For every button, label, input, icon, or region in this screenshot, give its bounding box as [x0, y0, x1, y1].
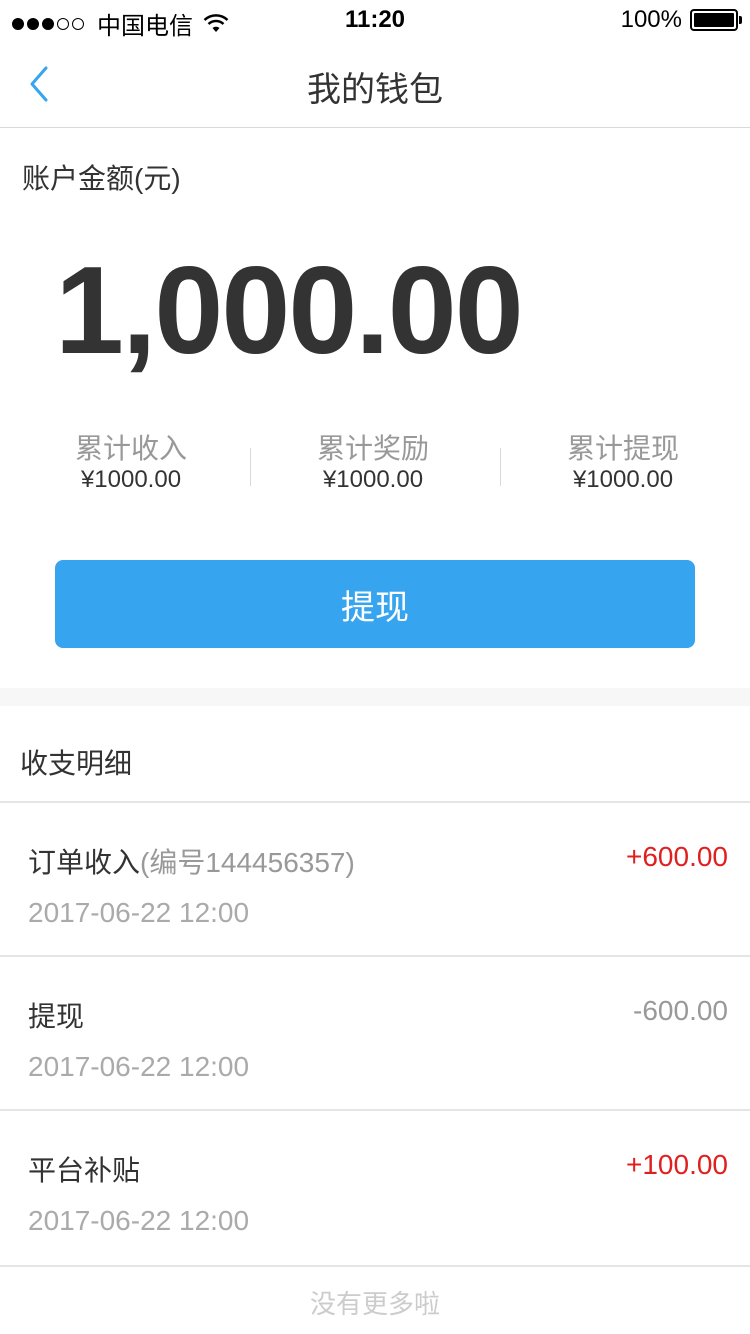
- battery-icon: [690, 9, 742, 31]
- transaction-amount: +600.00: [626, 841, 728, 872]
- stats-divider: [250, 448, 251, 486]
- transaction-row[interactable]: 提现 -600.00 2017-06-22 12:00: [0, 957, 750, 1109]
- status-bar: 中国电信 11:20 100%: [0, 0, 750, 40]
- transaction-title-text: 提现: [28, 1001, 85, 1032]
- status-right: 100%: [620, 6, 742, 34]
- transaction-row[interactable]: 平台补贴 +100.00 2017-06-22 12:00: [0, 1111, 750, 1263]
- stat-value: ¥1000.00: [80, 466, 182, 493]
- stat-total-reward: 累计奖励 ¥1000.00: [248, 432, 498, 494]
- transaction-title: 平台补贴: [28, 1149, 140, 1189]
- transaction-title: 订单收入(编号144456357): [28, 841, 355, 881]
- withdraw-button[interactable]: 提现: [55, 560, 695, 648]
- details-header: 收支明细: [20, 748, 133, 779]
- transaction-row[interactable]: 订单收入(编号144456357) +600.00 2017-06-22 12:…: [0, 803, 750, 955]
- no-more-label: 没有更多啦: [309, 1289, 440, 1319]
- stat-total-income: 累计收入 ¥1000.00: [6, 432, 256, 494]
- account-stats: 累计收入 ¥1000.00 累计奖励 ¥1000.00 累计提现 ¥1000.0…: [0, 432, 750, 502]
- stat-label: 累计奖励: [316, 433, 429, 464]
- nav-bar: 我的钱包: [0, 40, 750, 128]
- stat-label: 累计收入: [74, 433, 187, 464]
- stat-label: 累计提现: [566, 433, 679, 464]
- transaction-date: 2017-06-22 12:00: [28, 897, 250, 928]
- stat-value: ¥1000.00: [322, 466, 424, 493]
- stat-value: ¥1000.00: [572, 466, 674, 493]
- transaction-title-text: 订单收入: [28, 847, 141, 878]
- transaction-date: 2017-06-22 12:00: [28, 1051, 250, 1082]
- account-label: 账户金额(元): [22, 163, 181, 194]
- divider: [0, 1265, 750, 1267]
- stat-total-withdraw: 累计提现 ¥1000.00: [498, 432, 748, 494]
- account-balance: 1,000.00: [55, 242, 524, 380]
- stats-divider: [500, 448, 501, 486]
- transaction-amount: -600.00: [633, 995, 728, 1026]
- transaction-amount: +100.00: [626, 1149, 728, 1180]
- transaction-order-number: (编号144456357): [140, 847, 355, 878]
- battery-percent: 100%: [620, 6, 682, 33]
- transaction-title: 提现: [28, 995, 84, 1035]
- section-separator: [0, 688, 750, 706]
- transaction-date: 2017-06-22 12:00: [28, 1205, 250, 1236]
- page-title: 我的钱包: [307, 71, 443, 109]
- transaction-title-text: 平台补贴: [28, 1155, 141, 1186]
